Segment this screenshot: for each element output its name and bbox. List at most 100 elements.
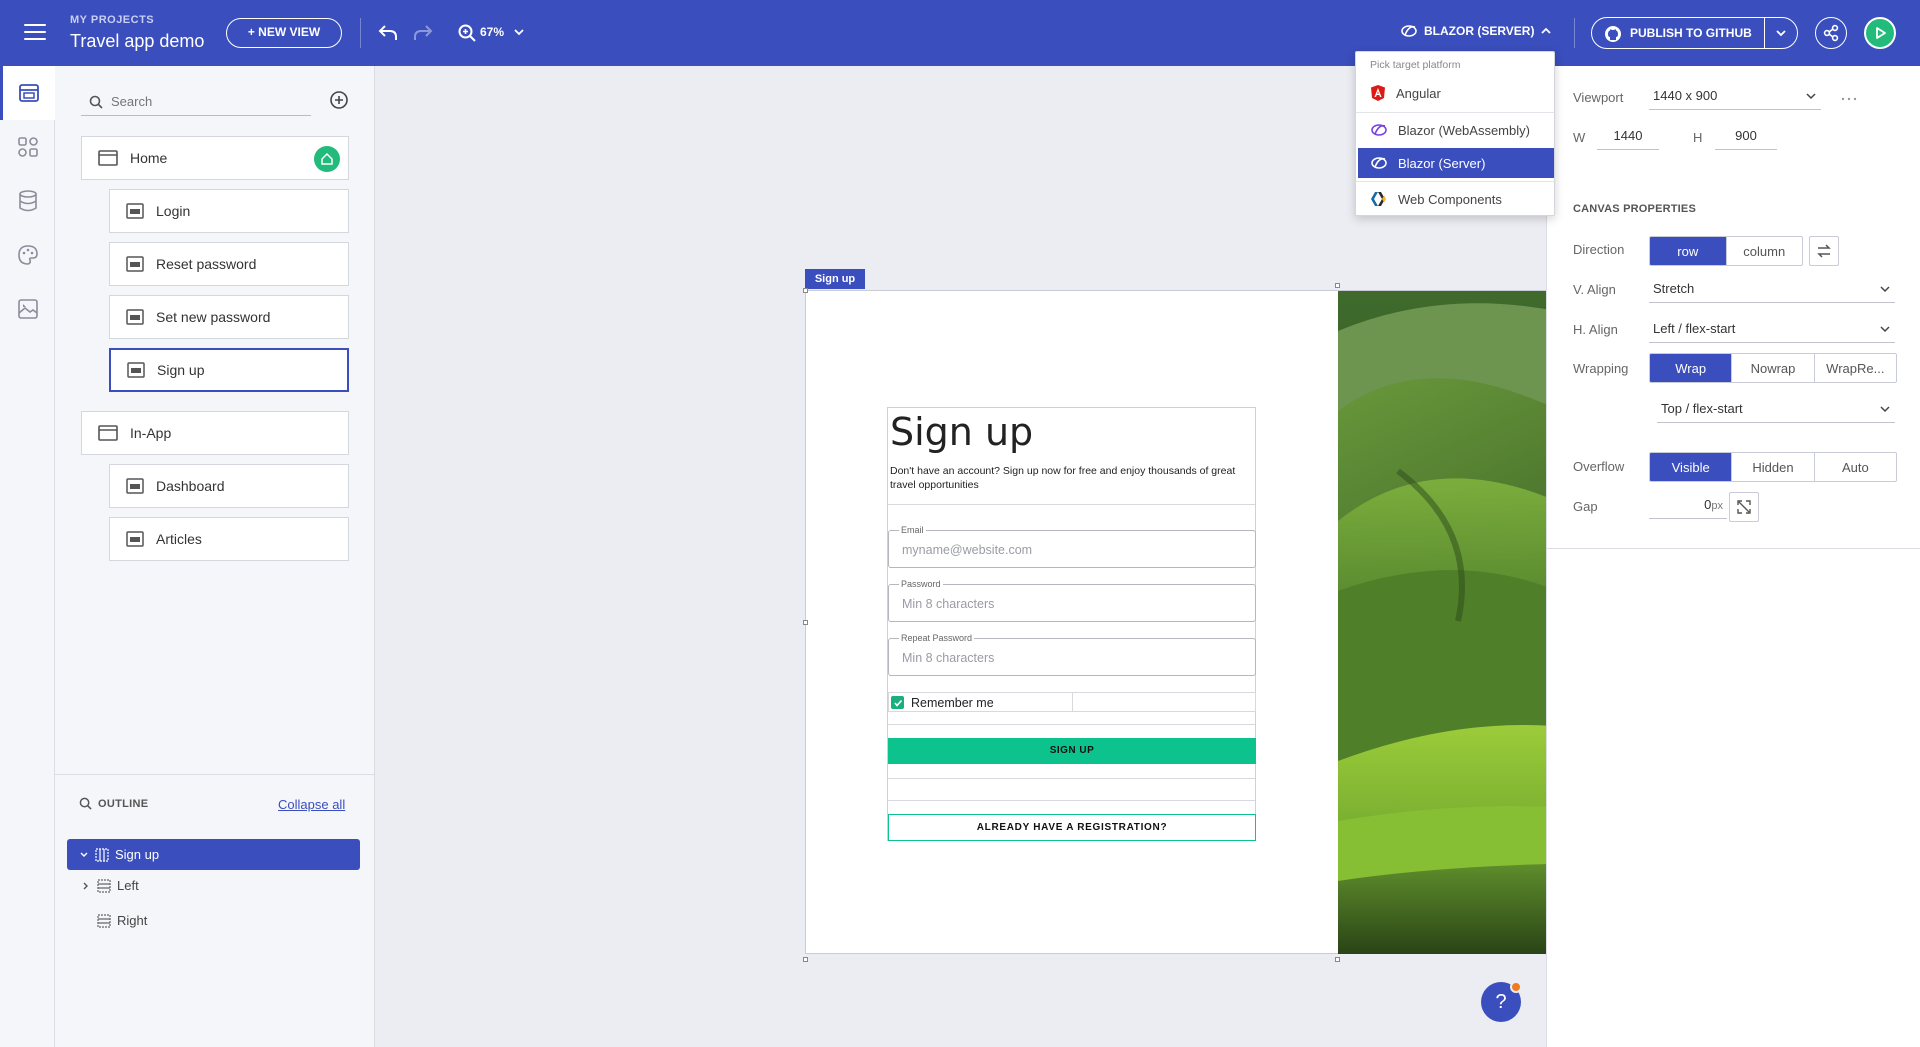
- angular-icon: [1371, 85, 1385, 101]
- wrapping-toggle: Wrap Nowrap WrapRe...: [1649, 353, 1897, 383]
- chevron-down-icon[interactable]: [79, 850, 89, 860]
- platform-option-blazor-webassembly[interactable]: Blazor (WebAssembly): [1358, 115, 1554, 145]
- chevron-down-icon[interactable]: [512, 22, 526, 47]
- view-item-in-app[interactable]: In-App: [81, 411, 349, 455]
- new-view-button[interactable]: + NEW VIEW: [226, 18, 342, 48]
- view-item-sign-up[interactable]: Sign up: [109, 348, 349, 392]
- already-registered-button[interactable]: ALREADY HAVE A REGISTRATION?: [888, 814, 1256, 841]
- properties-panel: Viewport 1440 x 900 W 1440 H 900 CANVAS …: [1546, 66, 1920, 1047]
- width-input[interactable]: 1440: [1597, 122, 1659, 150]
- repeat-password-label: Repeat Password: [899, 633, 975, 643]
- view-item-login[interactable]: Login: [109, 189, 349, 233]
- gap-input[interactable]: 0px: [1649, 491, 1727, 519]
- layout-icon: [97, 878, 111, 893]
- views-panel: Home Login Reset password Set new passwo…: [55, 66, 375, 774]
- assets-tab[interactable]: [0, 282, 55, 336]
- wrap-option[interactable]: Wrap: [1650, 354, 1733, 382]
- wrap-align-select[interactable]: Top / flex-start: [1657, 395, 1895, 423]
- repeat-password-placeholder: Min 8 characters: [902, 651, 995, 665]
- platform-option-angular[interactable]: Angular: [1358, 78, 1554, 108]
- components-tab[interactable]: [0, 120, 55, 174]
- valign-select[interactable]: Stretch: [1649, 275, 1895, 303]
- email-field[interactable]: Email myname@website.com: [888, 525, 1256, 568]
- publish-to-github-button[interactable]: PUBLISH TO GITHUB: [1591, 17, 1798, 49]
- expand-icon: [1737, 500, 1751, 514]
- notification-dot: [1510, 981, 1522, 993]
- gap-link-button[interactable]: [1729, 492, 1759, 522]
- frame-tag[interactable]: Sign up: [805, 269, 865, 289]
- view-item-set-new-password[interactable]: Set new password: [109, 295, 349, 339]
- divider: [1356, 112, 1554, 113]
- wrap-align-value: Top / flex-start: [1661, 401, 1743, 416]
- height-input[interactable]: 900: [1715, 122, 1777, 150]
- resize-handle[interactable]: [1335, 283, 1340, 288]
- repeat-password-field[interactable]: Repeat Password Min 8 characters: [888, 633, 1256, 676]
- overflow-visible-option[interactable]: Visible: [1650, 453, 1733, 481]
- search-box[interactable]: [81, 88, 311, 116]
- overflow-hidden-option[interactable]: Hidden: [1732, 453, 1815, 481]
- sign-up-button[interactable]: SIGN UP: [888, 738, 1256, 764]
- views-tab[interactable]: [0, 66, 55, 120]
- wrapping-label: Wrapping: [1573, 361, 1629, 376]
- resize-handle[interactable]: [1335, 957, 1340, 962]
- zoom-level[interactable]: 67%: [480, 25, 504, 39]
- menu-icon[interactable]: [24, 24, 46, 42]
- resize-handle[interactable]: [803, 288, 808, 293]
- chevron-down-icon: [1880, 285, 1890, 292]
- outline-item-right[interactable]: Right: [97, 913, 147, 928]
- redo-icon[interactable]: [410, 20, 436, 46]
- viewport-value: 1440 x 900: [1653, 88, 1718, 103]
- remember-me-checkbox[interactable]: [891, 696, 904, 709]
- layout-icon: [97, 913, 111, 928]
- form-title: Sign up: [890, 410, 1034, 454]
- chevron-right-icon[interactable]: [81, 881, 91, 891]
- outline-item-sign-up[interactable]: Sign up: [67, 839, 360, 870]
- halign-value: Left / flex-start: [1653, 321, 1736, 336]
- platform-option-web-components[interactable]: Web Components: [1358, 184, 1554, 214]
- swap-direction-button[interactable]: [1809, 236, 1839, 266]
- dropdown-header: Pick target platform: [1370, 59, 1461, 71]
- undo-icon[interactable]: [375, 20, 401, 46]
- toolbar-divider: [360, 18, 361, 48]
- form-subtitle: Don't have an account? Sign up now for f…: [890, 465, 1236, 491]
- run-button[interactable]: [1864, 17, 1896, 49]
- data-tab[interactable]: [0, 174, 55, 228]
- password-field[interactable]: Password Min 8 characters: [888, 579, 1256, 622]
- wrap-reverse-option[interactable]: WrapRe...: [1815, 354, 1896, 382]
- search-icon[interactable]: [79, 797, 92, 810]
- direction-row-option[interactable]: row: [1650, 237, 1727, 265]
- remember-me-label: Remember me: [911, 696, 994, 710]
- outline-item-left[interactable]: Left: [81, 878, 139, 893]
- signup-form[interactable]: Sign up Don't have an account? Sign up n…: [887, 407, 1256, 841]
- viewport-select[interactable]: 1440 x 900: [1649, 82, 1821, 110]
- chevron-down-icon[interactable]: [1765, 27, 1797, 39]
- more-icon[interactable]: [1841, 90, 1857, 108]
- direction-label: Direction: [1573, 242, 1625, 257]
- zoom-icon[interactable]: [454, 20, 480, 46]
- divider: [888, 800, 1255, 801]
- halign-select[interactable]: Left / flex-start: [1649, 315, 1895, 343]
- platform-selector[interactable]: BLAZOR (SERVER): [1400, 23, 1552, 39]
- add-circle-icon: [330, 91, 348, 109]
- view-icon: [126, 478, 144, 494]
- search-input[interactable]: [103, 94, 303, 109]
- view-item-dashboard[interactable]: Dashboard: [109, 464, 349, 508]
- resize-handle[interactable]: [803, 620, 808, 625]
- overflow-auto-option[interactable]: Auto: [1815, 453, 1896, 481]
- add-view-button[interactable]: [329, 90, 349, 115]
- platform-label: BLAZOR (SERVER): [1424, 24, 1535, 38]
- platform-option-blazor-server[interactable]: Blazor (Server): [1358, 148, 1554, 178]
- collapse-all-link[interactable]: Collapse all: [278, 797, 345, 812]
- share-button[interactable]: [1815, 17, 1847, 49]
- nowrap-option[interactable]: Nowrap: [1732, 354, 1815, 382]
- chevron-down-icon: [1880, 405, 1890, 412]
- project-name[interactable]: Travel app demo: [70, 31, 204, 52]
- home-icon: [314, 146, 340, 172]
- theme-tab[interactable]: [0, 228, 55, 282]
- view-item-reset-password[interactable]: Reset password: [109, 242, 349, 286]
- resize-handle[interactable]: [803, 957, 808, 962]
- view-item-articles[interactable]: Articles: [109, 517, 349, 561]
- view-item-home[interactable]: Home: [81, 136, 349, 180]
- direction-column-option[interactable]: column: [1727, 237, 1803, 265]
- divider: [888, 504, 1255, 505]
